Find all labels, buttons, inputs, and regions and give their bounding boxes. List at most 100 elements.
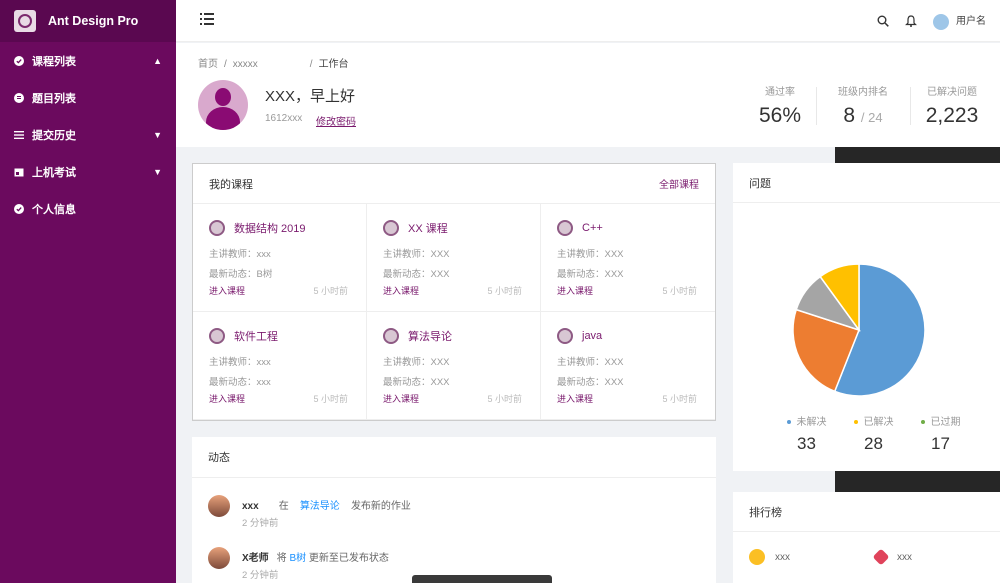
student-id: 1612xxx [265,113,303,124]
sidebar-item-profile[interactable]: 个人信息 [0,190,176,227]
greeting: XXX，早上好 [265,88,356,105]
activity-user[interactable]: X老师 [242,553,269,564]
course-item[interactable]: C++ 主讲教师：XXX 最新动态：XXX 进入课程 5 小时前 [541,204,715,312]
course-item[interactable]: java 主讲教师：XXX 最新动态：XXX 进入课程 5 小时前 [541,312,715,420]
sidebar-item-label: 个人信息 [32,203,76,216]
course-time: 5 小时前 [313,394,348,404]
activity-text: 将 [276,553,287,564]
activity-user[interactable]: xxx [242,501,259,512]
course-teacher: 主讲教师：xxx [209,249,271,260]
activity-card: 动态 xxx 在 算法导论 发布新的作业 2 分钟前 X老师将 B树 更新至已发布… [192,437,716,583]
activity-text: 发布新的作业 [350,501,411,512]
course-item[interactable]: 算法导论主讲教师：XXX 最新动态：XXX 进入课程 5 小时前 [367,312,541,420]
breadcrumb-home[interactable]: 首页 [198,59,218,70]
course-teacher: 主讲教师：xxx [209,357,271,368]
activity-time: 2 分钟前 [242,518,279,529]
activity-time: 2 分钟前 [242,570,279,581]
sidebar-item-history[interactable]: 提交历史 ▼ [0,116,176,153]
breadcrumb-current: 工作台 [318,59,349,70]
course-teacher: 主讲教师：XXX [383,357,450,368]
course-icon [557,328,573,344]
ranking-item[interactable]: xxx [872,548,1000,566]
course-icon [209,328,225,344]
course-item[interactable]: 数据结构 2019 主讲教师：xxx 最新动态：B树 进入课程 5 小时前 [193,204,367,312]
stat-value: 8 [843,104,856,127]
ranking-name: xxx [897,551,912,563]
top-header: 用户名 [176,0,1000,42]
breadcrumb-middle[interactable]: xxxxx [233,59,258,70]
sidebar-item-exam[interactable]: 上机考试 ▼ [0,153,176,190]
search-icon[interactable] [877,15,889,27]
logo-icon [14,10,36,32]
legend-label: 未解决 [796,417,827,428]
enter-course-link[interactable]: 进入课程 [557,284,593,297]
activity-link[interactable]: B树 [289,553,306,564]
divider [816,87,817,125]
legend-label: 已解决 [863,417,894,428]
legend-item-unsolved: 未解决 33 [773,413,840,454]
course-name[interactable]: 算法导论 [408,328,452,344]
sidebar-item-label: 提交历史 [32,129,76,142]
course-item[interactable]: 软件工程 主讲教师：xxx 最新动态：xxx 进入课程 5 小时前 [193,312,367,420]
check-circle-icon [14,203,24,214]
course-name[interactable]: 数据结构 2019 [234,220,306,236]
legend-value: 17 [931,434,950,453]
user-menu[interactable]: 用户名 [932,12,986,30]
stat-label: 班级内排名 [838,87,888,98]
course-name[interactable]: java [582,330,602,342]
legend-label: 已过期 [930,417,961,428]
breadcrumb: 首页 / xxxxx / 工作台 [198,59,349,70]
rank-badge-icon [749,549,765,565]
change-password-link[interactable]: 修改密码 [316,113,356,128]
course-news: 最新动态：XXX [383,377,450,388]
course-name[interactable]: C++ [582,222,603,234]
course-teacher: 主讲教师：XXX [557,249,624,260]
user-name: 用户名 [956,16,986,28]
card-title: 排行榜 [749,506,782,519]
bell-icon[interactable] [904,15,917,27]
activity-text: 更新至已发布状态 [308,553,389,564]
menu-fold-icon[interactable] [200,13,214,25]
calendar-icon [14,168,24,176]
enter-course-link[interactable]: 进入课程 [383,392,419,405]
logo[interactable]: Ant Design Pro [0,0,176,42]
course-news: 最新动态：XXX [383,269,450,280]
sidebar-item-label: 上机考试 [32,166,76,179]
ranking-item[interactable]: xxx [749,549,875,565]
card-title: 问题 [749,177,771,190]
sidebar-item-courses[interactable]: 课程列表 ▲ [0,42,176,79]
all-courses-link[interactable]: 全部课程 [659,176,699,191]
legend-value: 33 [797,434,816,453]
stat-value: 56% [758,104,802,127]
enter-course-link[interactable]: 进入课程 [557,392,593,405]
enter-course-link[interactable]: 进入课程 [383,284,419,297]
course-time: 5 小时前 [487,286,522,296]
bars-icon [14,130,24,139]
sidebar-item-problems[interactable]: 题目列表 [0,79,176,116]
course-time: 5 小时前 [662,286,697,296]
ranking-card: 排行榜 xxx xxx [733,492,1000,583]
course-name[interactable]: XX 课程 [408,220,448,236]
stat-label: 通过率 [765,87,795,98]
course-item[interactable]: XX 课程 主讲教师：XXX 最新动态：XXX 进入课程 5 小时前 [367,204,541,312]
enter-course-link[interactable]: 进入课程 [209,392,245,405]
activity-item: xxx 在 算法导论 发布新的作业 2 分钟前 [192,485,716,537]
course-name[interactable]: 软件工程 [234,328,278,344]
chevron-up-icon: ▲ [153,55,162,66]
my-courses-card: 我的课程 全部课程 数据结构 2019 主讲教师：xxx 最新动态：B树 进入课程 5 … [192,163,716,421]
sidebar-item-label: 课程列表 [32,55,76,68]
problems-pie-chart [792,263,926,397]
legend-item-solved: 已解决 28 [840,413,907,454]
activity-link[interactable]: 算法导论 [300,501,340,512]
check-circle-icon [14,55,24,66]
app-title: Ant Design Pro [48,14,139,28]
course-time: 5 小时前 [313,286,348,296]
avatar [932,13,949,30]
rank-badge-icon [872,548,890,566]
course-time: 5 小时前 [487,394,522,404]
enter-course-link[interactable]: 进入课程 [209,284,245,297]
course-teacher: 主讲教师：XXX [557,357,624,368]
card-title: 我的课程 [209,178,253,191]
divider [910,87,911,125]
legend-dot [920,420,925,425]
